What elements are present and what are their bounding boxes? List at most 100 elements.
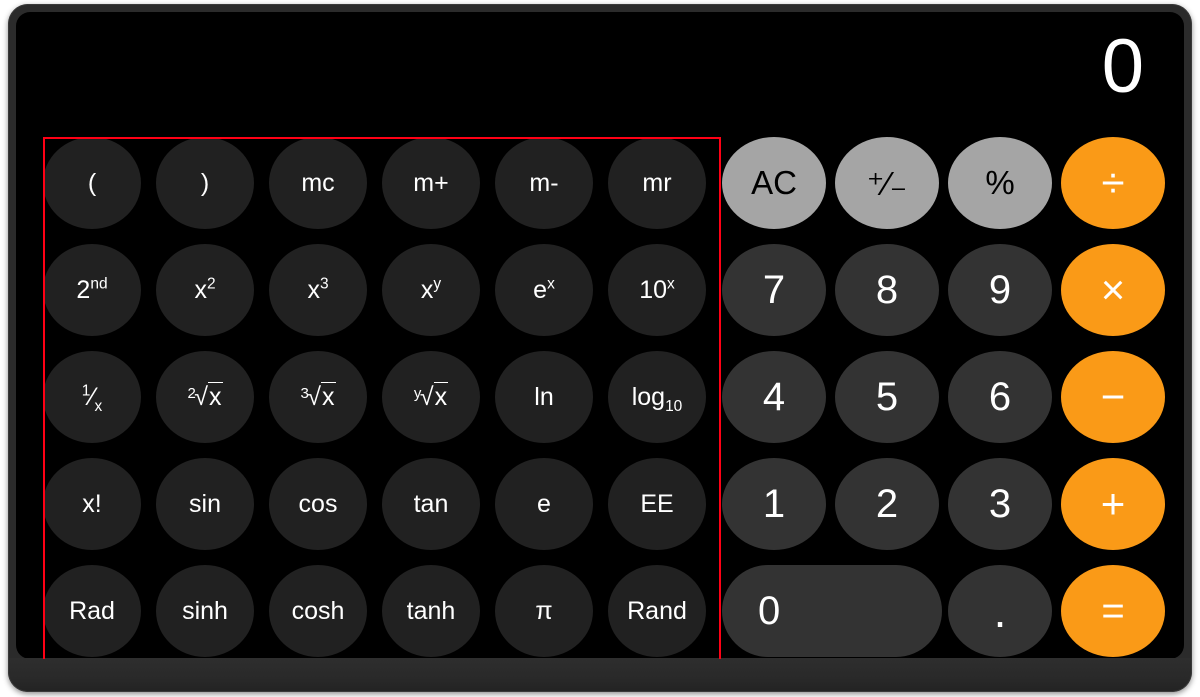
key-label: 9: [988, 267, 1012, 312]
calculator-body: 0 ( ) mc m+ m- mr 2nd x2 x3 xy ex 10x 1⁄…: [16, 12, 1184, 659]
key-second-function[interactable]: 2nd: [43, 244, 141, 336]
key-minus[interactable]: −: [1061, 351, 1165, 443]
key-hyperbolic-cosine[interactable]: cosh: [269, 565, 367, 657]
key-label: y √ x: [413, 381, 449, 411]
key-label: =: [1101, 588, 1125, 633]
key-label: π: [535, 596, 553, 625]
key-label: e: [537, 489, 551, 518]
key-sine[interactable]: sin: [156, 458, 254, 550]
key-e-to-the-x[interactable]: ex: [495, 244, 593, 336]
key-label: +: [1100, 480, 1126, 527]
key-sign-toggle[interactable]: ⁺⁄₋: [835, 137, 939, 229]
key-label: cos: [298, 489, 338, 518]
key-reciprocal[interactable]: 1⁄x: [43, 351, 141, 443]
key-decimal[interactable]: .: [948, 565, 1052, 657]
key-x-squared[interactable]: x2: [156, 244, 254, 336]
key-label: 2 √ x: [187, 381, 223, 411]
key-label: mc: [301, 168, 335, 197]
key-five[interactable]: 5: [835, 351, 939, 443]
key-natural-log[interactable]: ln: [495, 351, 593, 443]
key-label: ln: [534, 382, 554, 411]
key-label: 10x: [639, 275, 675, 304]
key-label: 0: [758, 588, 781, 633]
key-seven[interactable]: 7: [722, 244, 826, 336]
key-label: x3: [307, 275, 329, 304]
key-label: cosh: [291, 596, 345, 625]
key-label: ⁺⁄₋: [866, 164, 908, 202]
key-close-paren[interactable]: ): [156, 137, 254, 229]
key-tangent[interactable]: tan: [382, 458, 480, 550]
key-radian-mode[interactable]: Rad: [43, 565, 141, 657]
key-label: tanh: [406, 596, 456, 625]
key-x-cubed[interactable]: x3: [269, 244, 367, 336]
key-label: EE: [640, 489, 674, 518]
key-nine[interactable]: 9: [948, 244, 1052, 336]
key-label: 5: [875, 374, 899, 419]
key-label: 1: [762, 481, 786, 526]
key-label: ): [200, 168, 210, 197]
key-cosine[interactable]: cos: [269, 458, 367, 550]
key-six[interactable]: 6: [948, 351, 1052, 443]
key-label: Rad: [69, 596, 115, 625]
key-label: 2nd: [76, 275, 108, 304]
key-zero[interactable]: 0: [722, 565, 942, 657]
key-equals[interactable]: =: [1061, 565, 1165, 657]
key-four[interactable]: 4: [722, 351, 826, 443]
key-label: ex: [533, 275, 555, 304]
key-label: ×: [1100, 266, 1126, 313]
key-two[interactable]: 2: [835, 458, 939, 550]
key-label: 2: [875, 481, 899, 526]
key-factorial[interactable]: x!: [43, 458, 141, 550]
key-label: 3 √ x: [300, 381, 336, 411]
key-label: x!: [82, 489, 102, 518]
key-percent[interactable]: %: [948, 137, 1052, 229]
key-memory-subtract[interactable]: m-: [495, 137, 593, 229]
scientific-keypad: ( ) mc m+ m- mr 2nd x2 x3 xy ex 10x 1⁄x …: [43, 134, 722, 659]
key-label: sinh: [182, 596, 228, 625]
key-euler-number[interactable]: e: [495, 458, 593, 550]
key-plus[interactable]: +: [1061, 458, 1165, 550]
key-label: log10: [631, 382, 683, 415]
key-eight[interactable]: 8: [835, 244, 939, 336]
key-memory-clear[interactable]: mc: [269, 137, 367, 229]
key-label: 6: [988, 374, 1012, 419]
key-label: xy: [420, 275, 442, 304]
key-label: Rand: [627, 596, 687, 625]
key-square-root[interactable]: 2 √ x: [156, 351, 254, 443]
key-label: %: [985, 164, 1015, 201]
key-open-paren[interactable]: (: [43, 137, 141, 229]
key-exponent-entry[interactable]: EE: [608, 458, 706, 550]
key-label: .: [993, 585, 1007, 637]
key-divide[interactable]: ÷: [1061, 137, 1165, 229]
key-label: ÷: [1101, 159, 1125, 206]
key-label: 3: [988, 481, 1012, 526]
calculator-display: 0: [1101, 24, 1144, 109]
key-all-clear[interactable]: AC: [722, 137, 826, 229]
key-y-root[interactable]: y √ x: [382, 351, 480, 443]
key-label: 8: [875, 267, 899, 312]
key-label: x2: [194, 275, 216, 304]
key-label: −: [1100, 373, 1126, 420]
key-label: AC: [751, 164, 797, 201]
key-three[interactable]: 3: [948, 458, 1052, 550]
key-x-to-the-y[interactable]: xy: [382, 244, 480, 336]
key-log-base-10[interactable]: log10: [608, 351, 706, 443]
key-memory-recall[interactable]: mr: [608, 137, 706, 229]
key-cube-root[interactable]: 3 √ x: [269, 351, 367, 443]
key-label: 4: [762, 374, 786, 419]
key-memory-add[interactable]: m+: [382, 137, 480, 229]
key-hyperbolic-tangent[interactable]: tanh: [382, 565, 480, 657]
key-label: m-: [529, 168, 559, 197]
key-multiply[interactable]: ×: [1061, 244, 1165, 336]
key-pi[interactable]: π: [495, 565, 593, 657]
key-label: tan: [413, 489, 449, 518]
key-label: sin: [189, 489, 221, 518]
key-label: mr: [642, 168, 672, 197]
window-bottom-bar: [8, 658, 1192, 692]
key-ten-to-the-x[interactable]: 10x: [608, 244, 706, 336]
key-random[interactable]: Rand: [608, 565, 706, 657]
key-hyperbolic-sine[interactable]: sinh: [156, 565, 254, 657]
key-label: (: [87, 168, 97, 197]
calculator-window: 0 ( ) mc m+ m- mr 2nd x2 x3 xy ex 10x 1⁄…: [8, 4, 1192, 692]
key-one[interactable]: 1: [722, 458, 826, 550]
